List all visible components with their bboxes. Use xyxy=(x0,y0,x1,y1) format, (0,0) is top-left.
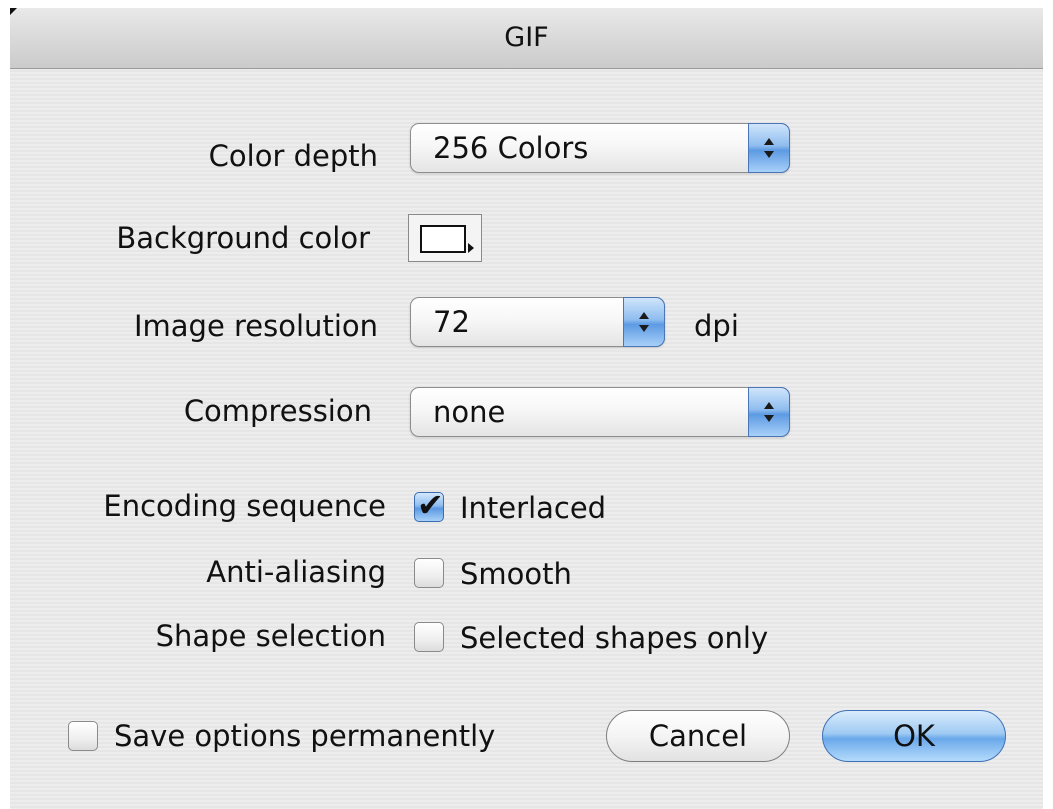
up-down-arrows-icon xyxy=(748,123,790,173)
anti-aliasing-label: Anti-aliasing xyxy=(206,555,386,589)
title-bar: GIF xyxy=(10,8,1043,69)
color-swatch xyxy=(420,225,466,253)
window-title: GIF xyxy=(504,22,549,53)
interlaced-label: Interlaced xyxy=(460,491,607,525)
selected-shapes-checkbox[interactable] xyxy=(414,622,444,652)
ok-button[interactable]: OK xyxy=(822,710,1006,762)
image-resolution-label: Image resolution xyxy=(133,309,378,343)
shape-selection-label: Shape selection xyxy=(155,619,386,653)
gif-options-dialog: GIF Color depth 256 Colors Background co… xyxy=(10,8,1043,809)
encoding-sequence-label: Encoding sequence xyxy=(103,489,386,523)
up-down-arrows-icon xyxy=(623,297,665,347)
color-depth-popup[interactable]: 256 Colors xyxy=(410,123,790,173)
background-color-well[interactable] xyxy=(408,214,482,262)
image-resolution-value: 72 xyxy=(433,305,470,339)
save-options-label: Save options permanently xyxy=(114,719,496,753)
cancel-button[interactable]: Cancel xyxy=(606,710,790,762)
color-depth-label: Color depth xyxy=(208,139,378,173)
compression-value: none xyxy=(433,395,506,429)
smooth-label: Smooth xyxy=(460,557,572,591)
selected-shapes-label: Selected shapes only xyxy=(460,621,769,655)
resolution-unit: dpi xyxy=(694,309,739,343)
checkmark-icon: ✔ xyxy=(417,486,444,524)
save-options-checkbox[interactable] xyxy=(68,721,98,751)
window-corner xyxy=(10,8,17,15)
background-color-label: Background color xyxy=(116,221,370,255)
disclosure-triangle-icon xyxy=(468,243,474,253)
smooth-checkbox[interactable] xyxy=(414,558,444,588)
image-resolution-popup[interactable]: 72 xyxy=(410,297,665,347)
up-down-arrows-icon xyxy=(748,387,790,437)
interlaced-checkbox[interactable]: ✔ xyxy=(414,486,444,524)
compression-popup[interactable]: none xyxy=(410,387,790,437)
color-depth-value: 256 Colors xyxy=(433,131,589,165)
compression-label: Compression xyxy=(183,394,372,428)
